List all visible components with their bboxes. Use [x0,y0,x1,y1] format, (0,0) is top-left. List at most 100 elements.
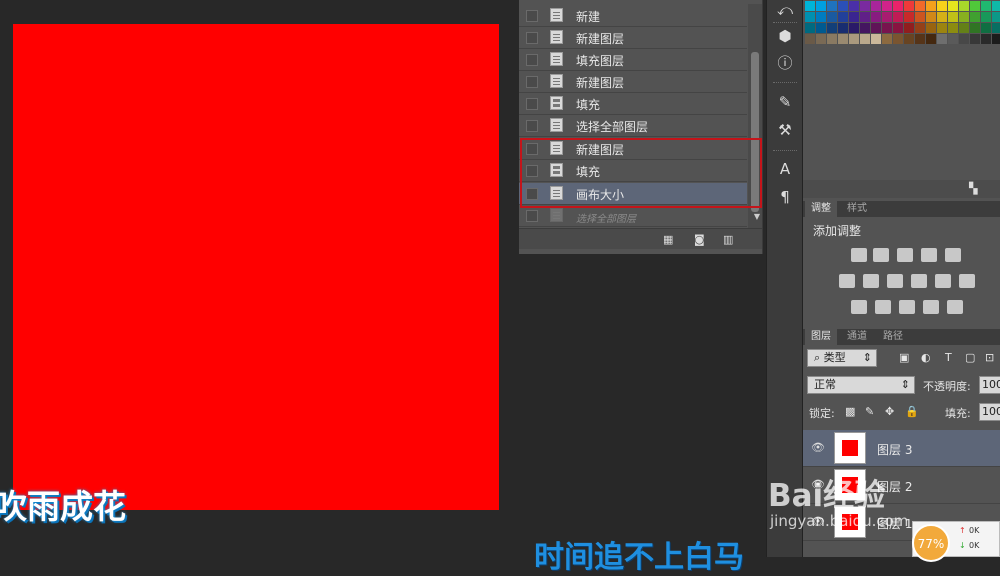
black-white-icon[interactable] [887,274,903,288]
color-swatch[interactable] [805,1,815,11]
color-swatch[interactable] [904,34,914,44]
color-swatch[interactable] [937,34,947,44]
color-swatch[interactable] [992,34,1000,44]
color-swatch[interactable] [915,1,925,11]
color-swatch[interactable] [981,23,991,33]
color-swatch[interactable] [827,23,837,33]
history-item[interactable]: 新建图层 [519,27,747,49]
lock-pixels-icon[interactable]: ✎ [865,405,874,418]
paragraph-panel-icon[interactable]: ¶ [775,187,795,207]
channel-mixer-icon[interactable] [935,274,951,288]
color-swatch[interactable] [992,1,1000,11]
color-swatch[interactable] [871,23,881,33]
filter-adjustment-icon[interactable]: ◐ [921,351,931,364]
color-swatch[interactable] [915,23,925,33]
new-document-from-state-icon[interactable]: ▦ [663,233,673,246]
color-swatch[interactable] [838,12,848,22]
color-swatch[interactable] [827,34,837,44]
posterize-icon[interactable] [875,300,891,314]
history-snapshot-checkbox[interactable] [526,98,538,110]
camera-snapshot-icon[interactable]: ◙ [694,233,705,246]
color-swatch[interactable] [959,23,969,33]
color-swatch[interactable] [970,34,980,44]
color-swatch[interactable] [860,12,870,22]
color-swatch[interactable] [959,34,969,44]
invert-icon[interactable] [851,300,867,314]
color-swatch[interactable] [937,12,947,22]
brightness-contrast-icon[interactable] [851,248,867,262]
history-snapshot-checkbox[interactable] [526,54,538,66]
color-swatch[interactable] [893,1,903,11]
lock-all-icon[interactable]: 🔒 [905,405,919,418]
photo-filter-icon[interactable] [911,274,927,288]
color-swatch[interactable] [970,23,980,33]
color-swatch[interactable] [849,34,859,44]
color-swatch[interactable] [904,1,914,11]
levels-icon[interactable] [873,248,889,262]
color-swatch[interactable] [860,34,870,44]
color-swatch[interactable] [904,23,914,33]
color-swatch[interactable] [838,1,848,11]
color-swatch[interactable] [849,23,859,33]
color-swatch[interactable] [893,23,903,33]
layer-filter-select[interactable]: ⌕ 类型 ⇕ [807,349,877,367]
color-swatch[interactable] [959,1,969,11]
color-swatch[interactable] [948,1,958,11]
color-swatch[interactable] [915,12,925,22]
color-swatch[interactable] [948,34,958,44]
color-swatch[interactable] [849,12,859,22]
color-swatch[interactable] [827,12,837,22]
curves-icon[interactable] [897,248,913,262]
color-swatch[interactable] [904,12,914,22]
color-swatch[interactable] [871,1,881,11]
threshold-icon[interactable] [899,300,915,314]
selective-color-icon[interactable] [923,300,939,314]
color-swatch[interactable] [838,23,848,33]
color-swatch[interactable] [926,12,936,22]
history-snapshot-checkbox[interactable] [526,32,538,44]
color-swatch[interactable] [805,34,815,44]
color-swatch[interactable] [849,1,859,11]
trash-icon[interactable]: ▥ [723,233,733,246]
color-swatch[interactable] [992,23,1000,33]
tab-paths[interactable]: 路径 [877,329,909,345]
color-swatch[interactable] [860,1,870,11]
color-swatch[interactable] [926,23,936,33]
tool-presets-icon[interactable]: ⚒ [775,120,795,140]
tab-styles[interactable]: 样式 [841,201,873,217]
history-item[interactable]: 填充图层 [519,49,747,71]
color-swatch[interactable] [926,1,936,11]
history-snapshot-checkbox[interactable] [526,210,538,222]
network-speed-widget[interactable]: 77% ↑ 0K ↓ 0K [912,521,1000,562]
color-swatch[interactable] [937,23,947,33]
color-swatch[interactable] [915,34,925,44]
swatches-grid[interactable] [803,0,1000,46]
history-panel-icon[interactable]: ⤺ [775,0,795,20]
color-swatch[interactable] [893,34,903,44]
color-swatch[interactable] [805,23,815,33]
lock-position-icon[interactable]: ✥ [885,405,894,418]
color-swatch[interactable] [948,12,958,22]
history-snapshot-checkbox[interactable] [526,120,538,132]
3d-cube-icon[interactable]: ⬢ [775,26,795,46]
filter-smartobject-icon[interactable]: ⊡ [985,351,994,364]
hue-saturation-icon[interactable] [839,274,855,288]
color-swatch[interactable] [981,34,991,44]
color-swatch[interactable] [882,23,892,33]
history-item[interactable]: 填充 [519,93,747,115]
history-snapshot-checkbox[interactable] [526,10,538,22]
color-lookup-icon[interactable] [959,274,975,288]
layer-name[interactable]: 图层 3 [877,441,912,458]
exposure-icon[interactable] [921,248,937,262]
color-swatch[interactable] [816,12,826,22]
color-swatch[interactable] [816,1,826,11]
color-swatch[interactable] [948,23,958,33]
eye-icon[interactable]: 👁 [811,441,825,454]
tab-adjustments[interactable]: 调整 [805,201,837,217]
history-item-undone[interactable]: 选择全部图层 [519,205,747,227]
new-swatch-icon[interactable]: ▚ [969,182,977,195]
document-canvas[interactable] [13,24,499,510]
color-swatch[interactable] [871,12,881,22]
layer-row[interactable]: 👁 图层 3 [803,430,1000,467]
color-swatch[interactable] [816,23,826,33]
